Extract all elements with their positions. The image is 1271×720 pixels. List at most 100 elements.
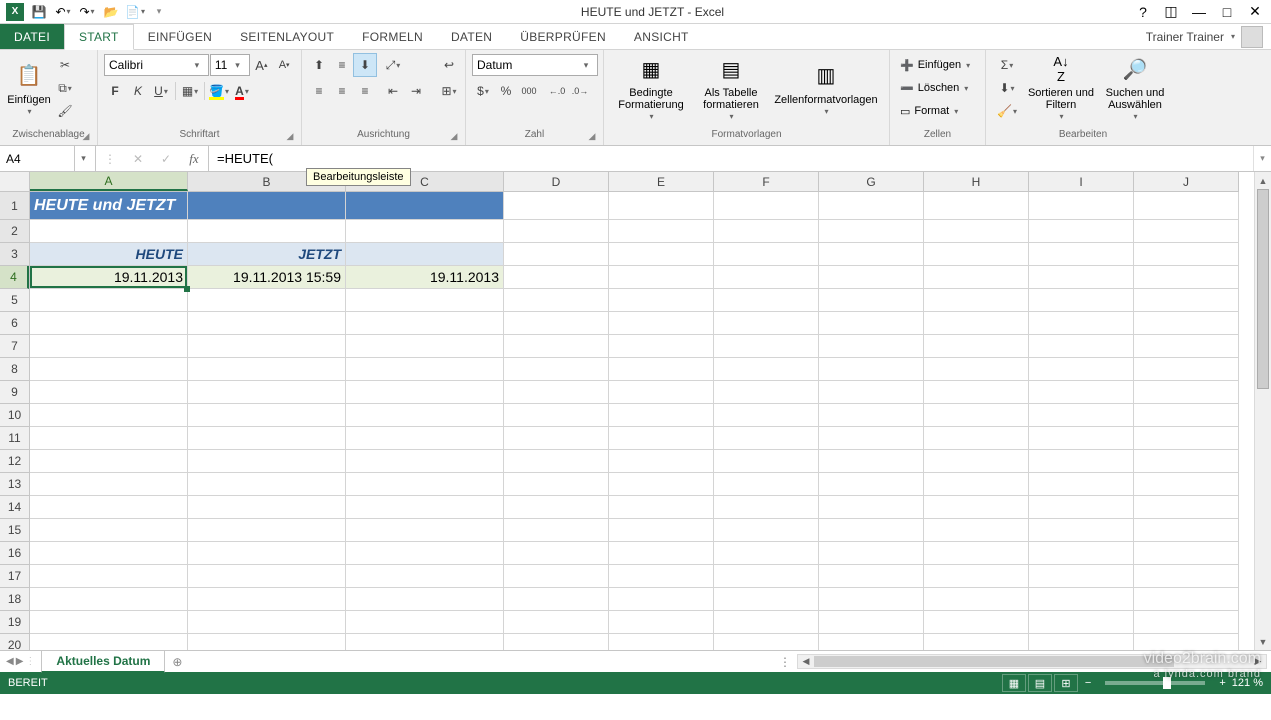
zahl-launcher-icon[interactable]: ◢ — [585, 131, 599, 145]
clear-icon[interactable]: 🧹▾ — [992, 100, 1022, 122]
align-left-icon[interactable]: ≡ — [308, 80, 330, 102]
namebox-dropdown-icon[interactable]: ▾ — [74, 146, 92, 171]
grow-font-icon[interactable]: A▴ — [251, 54, 273, 76]
zoom-in-icon[interactable]: + — [1219, 677, 1225, 689]
sort-filter-button[interactable]: A↓Z Sortieren und Filtern▾ — [1024, 52, 1098, 124]
new-sheet-icon[interactable]: ⊕ — [165, 651, 189, 672]
name-box[interactable] — [0, 146, 74, 171]
ribbon-display-icon[interactable]: ◫ — [1159, 2, 1183, 22]
autosum-icon[interactable]: Σ▾ — [992, 54, 1022, 76]
align-bottom-icon[interactable]: ⬇ — [354, 54, 376, 76]
cancel-formula-icon[interactable]: ✕ — [124, 146, 152, 171]
paste-button[interactable]: 📋 Einfügen ▾ — [4, 52, 54, 124]
underline-button[interactable]: U▾ — [150, 80, 172, 102]
clipboard-icon: 📋 — [13, 60, 45, 92]
decrease-indent-icon[interactable]: ⇤ — [382, 80, 404, 102]
scroll-right-icon[interactable]: ▶ — [1250, 655, 1266, 668]
tab-formeln[interactable]: FORMELN — [348, 24, 437, 49]
row-headers[interactable]: 1234567891011121314151617181920 — [0, 192, 30, 650]
select-all-corner[interactable] — [0, 172, 30, 192]
font-color-button[interactable]: A▾ — [231, 80, 253, 102]
view-normal-icon[interactable]: ▦ — [1002, 674, 1026, 692]
vertical-scrollbar[interactable]: ▲ ▼ — [1254, 172, 1271, 650]
accounting-format-icon[interactable]: $▾ — [472, 80, 494, 102]
tab-scroll-first-icon[interactable]: ◀ — [6, 656, 14, 667]
view-page-break-icon[interactable]: ⊞ — [1054, 674, 1078, 692]
fill-color-button[interactable]: 🪣▾ — [208, 80, 230, 102]
tab-seitenlayout[interactable]: SEITENLAYOUT — [226, 24, 348, 49]
sort-filter-icon: A↓Z — [1045, 54, 1077, 85]
tab-start[interactable]: START — [64, 24, 134, 50]
group-zwischenablage-label: Zwischenablage — [12, 129, 84, 140]
decrease-decimal-icon[interactable]: .0→ — [569, 80, 591, 102]
tab-datei[interactable]: DATEI — [0, 24, 64, 49]
tab-split-handle[interactable]: ⋮ — [779, 655, 791, 669]
formula-bar-expand-icon[interactable]: ▾ — [1253, 146, 1271, 171]
redo-icon[interactable]: ↷▾ — [76, 1, 98, 23]
horizontal-scrollbar[interactable]: ◀ ▶ — [797, 654, 1267, 669]
align-middle-icon[interactable]: ≡ — [331, 54, 353, 76]
zoom-slider[interactable] — [1105, 681, 1205, 685]
maximize-icon[interactable]: □ — [1215, 2, 1239, 22]
minimize-icon[interactable]: — — [1187, 2, 1211, 22]
help-icon[interactable]: ? — [1131, 2, 1155, 22]
bold-button[interactable]: F — [104, 80, 126, 102]
insert-cells-button[interactable]: ➕Einfügen▾ — [896, 54, 974, 76]
tab-scroll-next-icon[interactable]: ▶ — [16, 656, 24, 667]
copy-icon[interactable]: ⧉▾ — [54, 77, 76, 99]
insert-function-icon[interactable]: fx — [180, 146, 208, 171]
tab-ueberpruefen[interactable]: ÜBERPRÜFEN — [506, 24, 620, 49]
tab-ansicht[interactable]: ANSICHT — [620, 24, 703, 49]
undo-icon[interactable]: ↶▾ — [52, 1, 74, 23]
format-painter-icon[interactable]: 🖌 — [54, 100, 76, 122]
tab-daten[interactable]: DATEN — [437, 24, 506, 49]
orientation-icon[interactable]: ⤢▾ — [382, 54, 404, 76]
tab-einfuegen[interactable]: EINFÜGEN — [134, 24, 226, 49]
find-select-button[interactable]: 🔎 Suchen und Auswählen▾ — [1098, 52, 1172, 124]
new-icon[interactable]: 📄▾ — [124, 1, 146, 23]
wrap-text-button[interactable]: ↩ — [435, 54, 463, 76]
zoom-out-icon[interactable]: − — [1085, 677, 1091, 689]
increase-decimal-icon[interactable]: ←.0 — [546, 80, 568, 102]
scroll-down-icon[interactable]: ▼ — [1255, 633, 1271, 650]
grid[interactable]: HEUTE und JETZTHEUTEJETZT19.11.201319.11… — [30, 192, 1254, 650]
account-name[interactable]: Trainer Trainer — [1146, 30, 1224, 44]
number-format-combo[interactable]: Datum▾ — [472, 54, 598, 76]
font-family-combo[interactable]: Calibri▾ — [104, 54, 209, 76]
align-right-icon[interactable]: ≡ — [354, 80, 376, 102]
format-cells-button[interactable]: ▭Format▾ — [896, 100, 974, 122]
align-center-icon[interactable]: ≡ — [331, 80, 353, 102]
border-button[interactable]: ▦▾ — [179, 80, 201, 102]
merge-button[interactable]: ⊞▾ — [435, 80, 463, 102]
zoom-level[interactable]: 121 % — [1232, 677, 1263, 689]
qat-customize-icon[interactable]: ▾ — [148, 1, 170, 23]
scroll-up-icon[interactable]: ▲ — [1255, 172, 1271, 189]
font-size-combo[interactable]: 11▾ — [210, 54, 250, 76]
conditional-formatting-button[interactable]: ▦ Bedingte Formatierung▾ — [608, 52, 694, 124]
enter-formula-icon[interactable]: ✓ — [152, 146, 180, 171]
comma-format-icon[interactable]: 000 — [518, 80, 540, 102]
avatar[interactable] — [1241, 26, 1263, 48]
schriftart-launcher-icon[interactable]: ◢ — [283, 131, 297, 145]
format-as-table-button[interactable]: ▤ Als Tabelle formatieren▾ — [694, 52, 768, 124]
ausrichtung-launcher-icon[interactable]: ◢ — [447, 131, 461, 145]
increase-indent-icon[interactable]: ⇥ — [405, 80, 427, 102]
align-top-icon[interactable]: ⬆ — [308, 54, 330, 76]
conditional-formatting-icon: ▦ — [635, 54, 667, 85]
zwischenablage-launcher-icon[interactable]: ◢ — [79, 131, 93, 145]
excel-icon[interactable]: X — [4, 1, 26, 23]
shrink-font-icon[interactable]: A▾ — [273, 54, 295, 76]
fill-icon[interactable]: ⬇▾ — [992, 77, 1022, 99]
sheet-tab-active[interactable]: Aktuelles Datum — [41, 651, 165, 673]
close-icon[interactable]: ✕ — [1243, 2, 1267, 22]
scroll-left-icon[interactable]: ◀ — [798, 655, 814, 668]
column-headers[interactable]: ABCDEFGHIJ — [30, 172, 1239, 192]
save-icon[interactable]: 💾 — [28, 1, 50, 23]
italic-button[interactable]: K — [127, 80, 149, 102]
percent-format-icon[interactable]: % — [495, 80, 517, 102]
open-icon[interactable]: 📂 — [100, 1, 122, 23]
delete-cells-button[interactable]: ➖Löschen▾ — [896, 77, 974, 99]
cut-icon[interactable]: ✂ — [54, 54, 76, 76]
view-page-layout-icon[interactable]: ▤ — [1028, 674, 1052, 692]
cell-styles-button[interactable]: ▥ Zellenformatvorlagen▾ — [768, 52, 884, 124]
